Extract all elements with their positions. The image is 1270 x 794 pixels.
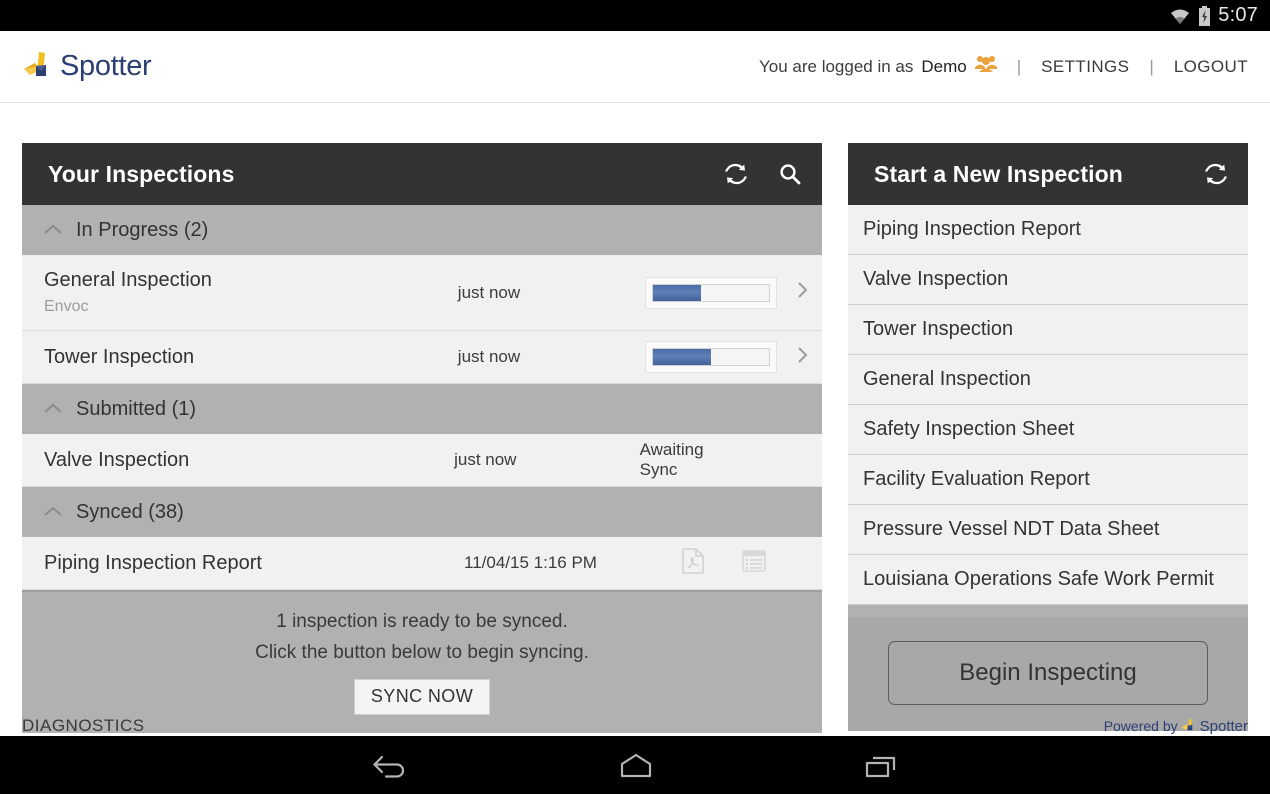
start-new-inspection-actions xyxy=(1204,162,1228,186)
progress-bar-fill xyxy=(653,284,701,301)
app-footer: DIAGNOSTICS Powered by Spotter xyxy=(0,706,1270,736)
logged-in-prefix: You are logged in as xyxy=(759,56,914,76)
current-user-name: Demo xyxy=(921,56,967,76)
android-nav-bar xyxy=(0,736,1270,794)
header-separator-1: | xyxy=(1016,56,1022,76)
progress-bar-wrapper xyxy=(645,276,777,309)
inspection-time: just now xyxy=(457,282,521,302)
powered-by-brand: Spotter xyxy=(1199,717,1248,735)
pdf-icon[interactable] xyxy=(682,547,704,579)
refresh-icon[interactable] xyxy=(724,162,748,186)
list-item[interactable]: Valve Inspection xyxy=(848,255,1248,305)
chevron-right-icon[interactable] xyxy=(797,281,808,304)
sync-message-line1: 1 inspection is ready to be synced. xyxy=(276,611,568,632)
home-icon[interactable] xyxy=(616,751,656,779)
inspection-name-col: Piping Inspection Report xyxy=(44,552,464,575)
list-item[interactable]: Piping Inspection Report xyxy=(848,205,1248,255)
android-status-bar: 5:07 xyxy=(0,0,1270,31)
your-inspections-panel: Your Inspections In Progress (2) General… xyxy=(22,143,822,733)
section-header-submitted[interactable]: Submitted (1) xyxy=(22,384,822,434)
chevron-right-icon[interactable] xyxy=(797,346,808,369)
your-inspections-title: Your Inspections xyxy=(48,160,235,187)
section-header-in-progress[interactable]: In Progress (2) xyxy=(22,205,822,255)
inspection-title: Valve Inspection xyxy=(44,448,190,471)
settings-link[interactable]: SETTINGS xyxy=(1041,57,1129,77)
status-clock: 5:07 xyxy=(1218,4,1258,26)
app-content: Spotter You are logged in as Demo | SETT… xyxy=(0,31,1270,736)
users-group-icon[interactable] xyxy=(974,55,997,78)
inspection-subtitle: Envoc xyxy=(44,298,89,315)
sync-message-line2: Click the button below to begin syncing. xyxy=(255,642,589,663)
spotter-logo-icon xyxy=(22,50,56,84)
table-row[interactable]: Piping Inspection Report 11/04/15 1:16 P… xyxy=(22,537,822,590)
section-label: Submitted (1) xyxy=(76,397,197,420)
inspection-title: Piping Inspection Report xyxy=(44,551,262,574)
inspection-title: Tower Inspection xyxy=(44,345,195,368)
inspection-time: just now xyxy=(454,450,517,469)
inspection-row-right xyxy=(682,547,808,579)
start-new-inspection-header: Start a New Inspection xyxy=(848,143,1248,205)
refresh-icon[interactable] xyxy=(1204,162,1228,186)
inspection-name-col: Valve Inspection xyxy=(44,449,454,472)
status-badge: Awaiting Sync xyxy=(639,440,704,479)
logged-in-status: You are logged in as Demo xyxy=(759,55,997,78)
list-divider xyxy=(848,605,1248,617)
start-new-inspection-panel: Start a New Inspection Piping Inspection… xyxy=(848,143,1248,731)
progress-bar xyxy=(652,348,770,366)
table-row[interactable]: Valve Inspection just now Awaiting Sync xyxy=(22,434,822,487)
your-inspections-header: Your Inspections xyxy=(22,143,822,205)
list-item[interactable]: Louisiana Operations Safe Work Permit xyxy=(848,555,1248,605)
inspection-row-right xyxy=(645,341,808,373)
main-content: Your Inspections In Progress (2) General… xyxy=(0,143,1270,733)
list-item[interactable]: Tower Inspection xyxy=(848,305,1248,355)
list-item[interactable]: Pressure Vessel NDT Data Sheet xyxy=(848,505,1248,555)
inspection-name-col: Tower Inspection xyxy=(44,346,458,369)
your-inspections-actions xyxy=(724,162,802,186)
list-view-icon[interactable] xyxy=(742,549,766,577)
chevron-up-icon xyxy=(44,219,62,242)
inspection-title: General Inspection xyxy=(44,269,212,291)
search-icon[interactable] xyxy=(778,162,802,186)
back-icon[interactable] xyxy=(369,751,411,779)
header-separator-2: | xyxy=(1149,56,1154,76)
wifi-icon xyxy=(1169,7,1191,25)
chevron-up-icon xyxy=(44,501,62,524)
brand-name: Spotter xyxy=(60,50,152,82)
progress-bar-fill xyxy=(653,349,711,365)
spotter-logo-icon xyxy=(1181,718,1197,734)
chevron-up-icon xyxy=(44,398,62,421)
inspection-name-col: General Inspection Envoc xyxy=(44,269,458,316)
list-item[interactable]: Safety Inspection Sheet xyxy=(848,405,1248,455)
powered-by: Powered by Spotter xyxy=(1104,718,1248,735)
section-label: Synced (38) xyxy=(76,500,184,523)
inspection-row-right: Awaiting Sync xyxy=(640,440,808,480)
section-label: In Progress (2) xyxy=(76,218,209,241)
inspection-time: just now xyxy=(457,347,521,366)
powered-by-label: Powered by xyxy=(1103,718,1178,734)
table-row[interactable]: General Inspection Envoc just now xyxy=(22,255,822,331)
list-item[interactable]: Facility Evaluation Report xyxy=(848,455,1248,505)
inspection-time: 11/04/15 1:16 PM xyxy=(464,553,597,572)
brand-logo[interactable]: Spotter xyxy=(22,50,152,84)
battery-charging-icon xyxy=(1198,5,1211,26)
start-new-inspection-title: Start a New Inspection xyxy=(874,160,1123,187)
diagnostics-link[interactable]: DIAGNOSTICS xyxy=(22,716,145,736)
section-header-synced[interactable]: Synced (38) xyxy=(22,487,822,537)
table-row[interactable]: Tower Inspection just now xyxy=(22,331,822,384)
begin-inspecting-button[interactable]: Begin Inspecting xyxy=(888,641,1208,705)
progress-bar-wrapper xyxy=(645,341,777,373)
inspection-row-right xyxy=(645,276,808,309)
logout-link[interactable]: LOGOUT xyxy=(1174,57,1248,77)
progress-bar xyxy=(652,283,770,302)
list-item[interactable]: General Inspection xyxy=(848,355,1248,405)
recent-apps-icon[interactable] xyxy=(861,751,901,779)
app-header: Spotter You are logged in as Demo | SETT… xyxy=(0,31,1270,103)
header-nav: You are logged in as Demo | SETTINGS | L… xyxy=(759,55,1248,78)
